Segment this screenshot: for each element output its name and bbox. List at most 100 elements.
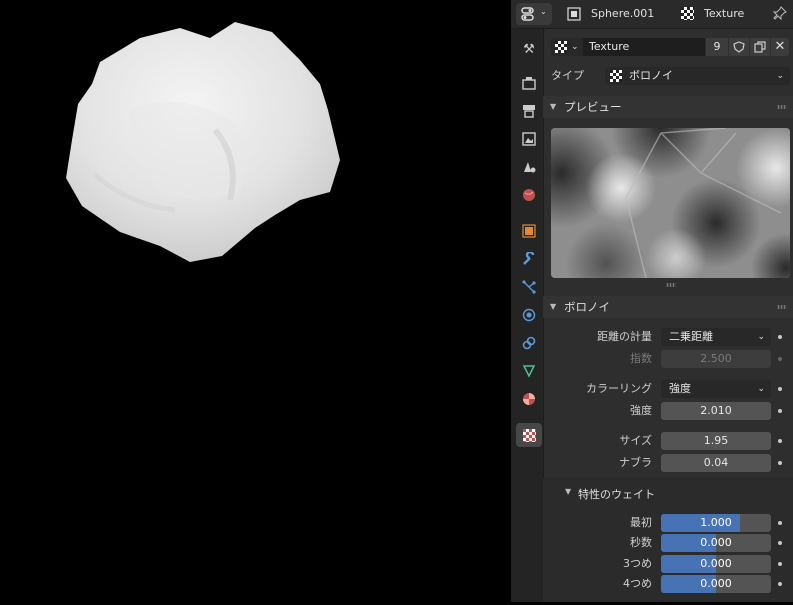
tab-modifiers[interactable]: [516, 247, 542, 271]
chevron-down-icon: ⌄: [776, 71, 784, 81]
weight-4-value: 0.000: [700, 577, 732, 590]
object-props-icon: [522, 224, 536, 238]
texture-icon: [681, 7, 694, 20]
rock-mesh[interactable]: [0, 0, 511, 602]
object-icon: [567, 7, 581, 21]
tab-object[interactable]: [516, 219, 542, 243]
tab-render[interactable]: [516, 71, 542, 95]
render-icon: [522, 77, 536, 90]
collapse-triangle-icon[interactable]: ▼: [565, 487, 571, 496]
keyframe-dot-icon[interactable]: [778, 357, 782, 361]
tab-view-layer[interactable]: [516, 127, 542, 151]
particles-icon: [522, 280, 536, 294]
texture-props-icon: [522, 428, 536, 442]
exponent-label: 指数: [630, 352, 652, 365]
chevron-down-icon: ⌄: [757, 332, 765, 342]
weight-4-slider[interactable]: 0.000: [661, 575, 771, 593]
voronoi-panel-header[interactable]: ▼ ボロノイ: [543, 296, 793, 318]
duplicate-icon: [754, 41, 766, 53]
size-field[interactable]: 1.95: [661, 432, 771, 450]
constraints-icon: [522, 336, 536, 350]
coloring-select[interactable]: 強度 ⌄: [661, 380, 771, 398]
modifier-icon: [523, 252, 535, 265]
properties-tabs: ⚒: [511, 29, 544, 602]
intensity-label: 強度: [630, 404, 652, 417]
tab-output[interactable]: [516, 99, 542, 123]
exponent-field[interactable]: 2.500: [661, 350, 771, 368]
physics-icon: [522, 308, 536, 322]
properties-header: ⌄ Sphere.001 Texture: [511, 0, 793, 29]
fake-user-button[interactable]: [729, 38, 749, 56]
pin-icon[interactable]: [773, 6, 787, 22]
editor-type-button[interactable]: ⌄: [516, 3, 552, 25]
weight-1-slider[interactable]: 1.000: [661, 514, 771, 532]
world-icon: [523, 189, 535, 201]
tab-world[interactable]: [516, 183, 542, 207]
intensity-field[interactable]: 2.010: [661, 402, 771, 420]
tab-material[interactable]: [516, 387, 542, 411]
keyframe-dot-icon[interactable]: [778, 335, 782, 339]
keyframe-dot-icon[interactable]: [778, 461, 782, 465]
texture-icon: [555, 41, 567, 53]
keyframe-dot-icon[interactable]: [778, 582, 782, 586]
keyframe-dot-icon[interactable]: [778, 409, 782, 413]
coloring-label: カラーリング: [586, 382, 652, 395]
keyframe-dot-icon[interactable]: [778, 562, 782, 566]
weight-2-slider[interactable]: 0.000: [661, 534, 771, 552]
texture-name-field[interactable]: Texture: [583, 38, 705, 56]
collapse-triangle-icon: ▼: [550, 102, 557, 111]
shield-icon: [733, 41, 745, 53]
preview-resize-grip-icon[interactable]: [666, 283, 676, 287]
tab-scene[interactable]: [516, 155, 542, 179]
type-select[interactable]: ボロノイ ⌄: [605, 67, 790, 85]
output-icon: [523, 105, 535, 118]
tab-physics[interactable]: [516, 303, 542, 327]
weight-3-label: 3つめ: [623, 557, 652, 570]
weight-3-slider[interactable]: 0.000: [661, 555, 771, 573]
tab-particles[interactable]: [516, 275, 542, 299]
keyframe-dot-icon[interactable]: [778, 439, 782, 443]
weight-2-label: 秒数: [630, 536, 652, 549]
new-texture-button[interactable]: [750, 38, 770, 56]
feature-weights-title[interactable]: 特性のウェイト: [578, 486, 655, 502]
keyframe-dot-icon[interactable]: [778, 521, 782, 525]
preview-title: プレビュー: [564, 100, 622, 114]
distance-metric-label: 距離の計量: [597, 330, 652, 343]
weight-1-value: 1.000: [700, 516, 732, 529]
coloring-value: 強度: [669, 382, 691, 395]
chevron-down-icon: ⌄: [757, 384, 765, 394]
tab-constraints[interactable]: [516, 331, 542, 355]
keyframe-dot-icon[interactable]: [778, 387, 782, 391]
preview-panel-header[interactable]: ▼ プレビュー: [543, 96, 793, 118]
tab-data[interactable]: [516, 359, 542, 383]
drag-grip-icon[interactable]: [777, 305, 787, 309]
close-icon: ✕: [774, 39, 786, 54]
distance-metric-select[interactable]: 二乗距離 ⌄: [661, 328, 771, 346]
chevron-down-icon: ⌄: [540, 7, 547, 16]
weight-3-value: 0.000: [700, 557, 732, 570]
nabla-label: ナブラ: [619, 456, 652, 469]
weight-1-label: 最初: [630, 516, 652, 529]
object-name[interactable]: Sphere.001: [591, 7, 654, 20]
keyframe-dot-icon[interactable]: [778, 541, 782, 545]
voronoi-title: ボロノイ: [564, 300, 610, 314]
texture-browse-button[interactable]: ⌄: [551, 38, 583, 56]
texture-icon: [610, 70, 622, 82]
weight-2-value: 0.000: [700, 536, 732, 549]
drag-grip-icon[interactable]: [777, 105, 787, 109]
type-label: タイプ: [551, 69, 584, 82]
user-count[interactable]: 9: [706, 38, 728, 56]
tool-icon: ⚒: [523, 41, 535, 57]
texture-name[interactable]: Texture: [704, 7, 744, 20]
data-icon: [522, 365, 536, 378]
3d-viewport[interactable]: [0, 0, 511, 602]
unlink-button[interactable]: ✕: [771, 38, 789, 56]
nabla-field[interactable]: 0.04: [661, 454, 771, 472]
weight-4-label: 4つめ: [623, 577, 652, 590]
tab-texture[interactable]: [516, 423, 542, 447]
material-icon: [523, 393, 535, 405]
properties-editor-icon: [521, 7, 534, 21]
view-layer-icon: [522, 132, 536, 146]
tab-tool[interactable]: ⚒: [516, 37, 542, 61]
distance-metric-value: 二乗距離: [669, 330, 713, 343]
